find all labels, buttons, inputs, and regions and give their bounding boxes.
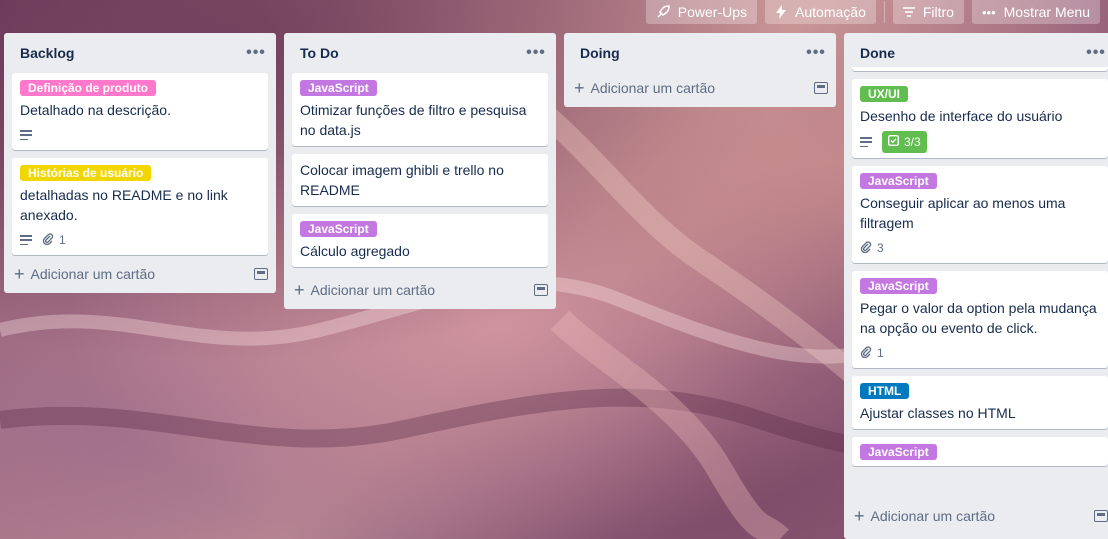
paperclip-icon	[860, 345, 872, 361]
card-label: Histórias de usuário	[20, 165, 152, 181]
attachment-count: 1	[59, 233, 66, 247]
header-divider	[883, 1, 885, 23]
card-label: HTML	[860, 383, 910, 399]
plus-icon: +	[294, 280, 305, 300]
list-header: Backlog •••	[4, 33, 276, 73]
list-menu-icon[interactable]: •••	[1084, 41, 1108, 65]
attachment-count: 3	[877, 241, 884, 255]
list-menu-icon[interactable]: •••	[524, 41, 548, 65]
card-title: Ajustar classes no HTML	[860, 405, 1016, 421]
add-card-button[interactable]: + Adicionar um cartão	[284, 271, 556, 309]
add-card-label: Adicionar um cartão	[870, 508, 996, 524]
plus-icon: +	[574, 78, 585, 98]
list-menu-icon[interactable]: •••	[244, 41, 268, 65]
show-menu-button[interactable]: ••• Mostrar Menu	[971, 0, 1100, 24]
add-card-button[interactable]: + Adicionar um cartão	[4, 255, 276, 293]
card-badges: 1	[20, 229, 260, 251]
checkbox-icon	[888, 135, 899, 149]
list-done: Done ••• UX/UI Desenho de interface do u…	[844, 33, 1108, 539]
list-backlog: Backlog ••• Definição de produto Detalha…	[4, 33, 276, 293]
list-doing: Doing ••• + Adicionar um cartão	[564, 33, 836, 107]
description-icon	[20, 235, 32, 245]
lightning-icon	[775, 5, 787, 19]
automation-button[interactable]: Automação	[765, 0, 876, 24]
card-title: Otimizar funções de filtro e pesquisa no…	[300, 102, 527, 138]
list-title[interactable]: Doing	[580, 45, 620, 61]
checklist-badge: 3/3	[882, 131, 927, 153]
card-label: JavaScript	[860, 173, 937, 189]
plus-icon: +	[14, 264, 25, 284]
card-label: JavaScript	[860, 278, 937, 294]
rocket-icon	[656, 5, 670, 19]
card[interactable]: JavaScript	[852, 437, 1108, 466]
card-template-icon[interactable]	[814, 82, 828, 94]
attachment-badge: 1	[860, 345, 884, 361]
card-badges: 1	[860, 342, 1100, 364]
card-label: JavaScript	[300, 80, 377, 96]
add-card-label: Adicionar um cartão	[30, 266, 156, 282]
description-icon	[20, 130, 32, 140]
attachment-badge: 1	[42, 232, 66, 248]
attachment-badge: 3	[860, 240, 884, 256]
paperclip-icon	[860, 240, 872, 256]
card-title: Pegar o valor da option pela mudança na …	[860, 300, 1097, 336]
list-title[interactable]: To Do	[300, 45, 339, 61]
list-title[interactable]: Backlog	[20, 45, 74, 61]
card-title: Conseguir aplicar ao menos uma filtragem	[860, 195, 1066, 231]
card-label: UX/UI	[860, 86, 909, 102]
card-template-icon[interactable]	[534, 284, 548, 296]
card-title: Detalhado na descrição.	[20, 102, 171, 118]
card[interactable]: Histórias de usuário detalhadas no READM…	[12, 158, 268, 255]
add-card-button[interactable]: + Adicionar um cartão	[564, 69, 836, 107]
card-title: Colocar imagem ghibli e trello no README	[300, 162, 504, 198]
powerups-button[interactable]: Power-Ups	[645, 0, 758, 24]
card-badges: 3	[860, 237, 1100, 259]
board-header-actions: Power-Ups Automação Filtro ••• Mostrar M…	[645, 0, 1108, 24]
list-menu-icon[interactable]: •••	[804, 41, 828, 65]
show-menu-label: Mostrar Menu	[1003, 4, 1090, 20]
card-template-icon[interactable]	[254, 268, 268, 280]
card-label: JavaScript	[860, 444, 937, 460]
done-cards-scroll[interactable]: UX/UI Desenho de interface do usuário 3/…	[844, 67, 1108, 495]
checklist-count: 3/3	[904, 135, 921, 149]
card-label: JavaScript	[300, 221, 377, 237]
automation-label: Automação	[795, 4, 866, 20]
card[interactable]: JavaScript Otimizar funções de filtro e …	[292, 73, 548, 146]
card-badges	[20, 124, 260, 146]
powerups-label: Power-Ups	[677, 4, 748, 20]
card-title: detalhadas no README e no link anexado.	[20, 187, 228, 223]
card[interactable]: UX/UI Desenho de interface do usuário 3/…	[852, 79, 1108, 158]
card-template-icon[interactable]	[1094, 510, 1108, 522]
card[interactable]: JavaScript Pegar o valor da option pela …	[852, 271, 1108, 368]
card-label: Definição de produto	[20, 80, 156, 96]
filter-button[interactable]: Filtro	[892, 0, 964, 24]
card[interactable]: Colocar imagem ghibli e trello no README	[292, 154, 548, 206]
card-title: Desenho de interface do usuário	[860, 108, 1063, 124]
more-icon: •••	[981, 4, 996, 20]
card[interactable]: HTML Ajustar classes no HTML	[852, 376, 1108, 429]
add-card-label: Adicionar um cartão	[590, 80, 716, 96]
card[interactable]: JavaScript Cálculo agregado	[292, 214, 548, 267]
paperclip-icon	[42, 232, 54, 248]
add-card-label: Adicionar um cartão	[310, 282, 436, 298]
plus-icon: +	[854, 506, 865, 526]
card-partial[interactable]	[852, 67, 1108, 71]
filter-icon	[902, 7, 915, 17]
card[interactable]: Definição de produto Detalhado na descri…	[12, 73, 268, 150]
add-card-button[interactable]: + Adicionar um cartão	[844, 497, 1108, 535]
description-icon	[860, 137, 872, 147]
list-header: Doing •••	[564, 33, 836, 73]
card-title: Cálculo agregado	[300, 243, 410, 259]
card-badges: 3/3	[860, 130, 1100, 154]
list-header: To Do •••	[284, 33, 556, 73]
attachment-count: 1	[877, 346, 884, 360]
list-todo: To Do ••• JavaScript Otimizar funções de…	[284, 33, 556, 309]
list-title[interactable]: Done	[860, 45, 895, 61]
card[interactable]: JavaScript Conseguir aplicar ao menos um…	[852, 166, 1108, 263]
filter-label: Filtro	[922, 4, 954, 20]
